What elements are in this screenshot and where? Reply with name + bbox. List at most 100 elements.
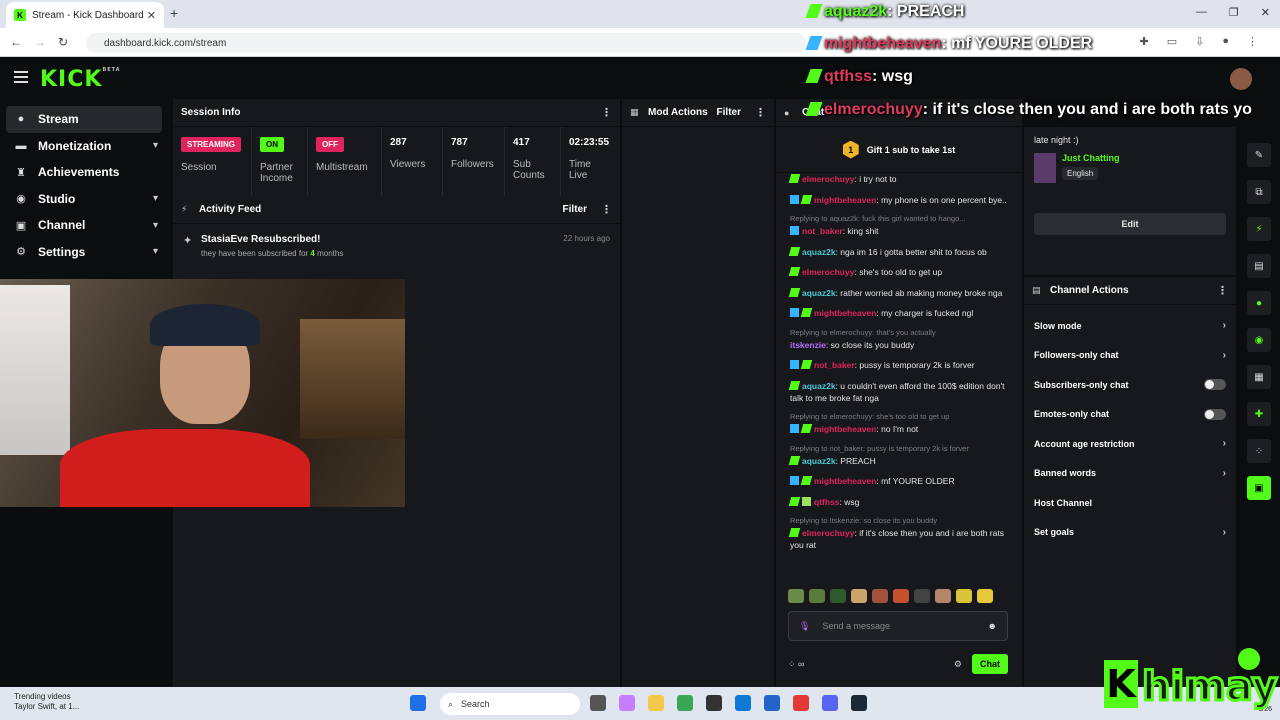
sidebar-item-achievements[interactable]: ♜ Achievements xyxy=(0,159,170,186)
chat-username[interactable]: mightbeheaven xyxy=(814,424,876,434)
downloads-icon[interactable]: ⇩ xyxy=(1195,35,1204,48)
broadcast-icon[interactable]: ◉ xyxy=(1247,328,1271,352)
news-widget[interactable]: Trending videos Taylor Swift, at 1... xyxy=(14,692,79,712)
send-chat-button[interactable]: Chat xyxy=(972,654,1008,674)
emote-icon[interactable] xyxy=(851,589,867,603)
chat-message[interactable]: elmerochuyy: i try not to xyxy=(788,173,1012,185)
forward-icon[interactable]: → xyxy=(34,35,46,49)
chat-message[interactable]: mightbeheaven: my phone is on one percen… xyxy=(790,194,1012,206)
gift-icon[interactable]: ▣ xyxy=(1247,476,1271,500)
chat-input[interactable]: 🎙 Send a message ☻ xyxy=(788,611,1008,641)
edit-button[interactable]: Edit xyxy=(1034,213,1226,235)
maximize-icon[interactable]: ❐ xyxy=(1229,6,1239,19)
sidebar-item-settings[interactable]: ⚙ Settings ▾ xyxy=(0,239,170,266)
chat-message[interactable]: aquaz2k: PREACH xyxy=(788,455,1012,467)
chat-username[interactable]: not_baker xyxy=(814,360,855,370)
sidepanel-icon[interactable]: ▭ xyxy=(1167,35,1177,48)
emote-icon[interactable] xyxy=(977,589,993,603)
emote-icon[interactable] xyxy=(914,589,930,603)
chat-username[interactable]: elmerochuyy xyxy=(802,267,854,277)
channel-action-followers-only-chat[interactable]: Followers-only chat › xyxy=(1024,341,1236,371)
wrench-icon[interactable]: ✚ xyxy=(1247,402,1271,426)
channel-action-banned-words[interactable]: Banned words › xyxy=(1024,459,1236,489)
store-icon[interactable] xyxy=(764,695,780,711)
filter-button[interactable]: Filter xyxy=(563,204,587,215)
chat-message[interactable]: qtfhss: wsg xyxy=(788,496,1012,508)
profile-icon[interactable]: ● xyxy=(1222,35,1229,48)
new-tab-button[interactable]: + xyxy=(170,5,178,21)
close-tab-icon[interactable]: ✕ xyxy=(147,9,156,22)
chat-username[interactable]: aquaz2k xyxy=(802,381,836,391)
channel-action-host-channel[interactable]: Host Channel xyxy=(1024,488,1236,518)
taskbar-search[interactable]: ⌕ Search xyxy=(440,693,580,715)
toggle-switch[interactable] xyxy=(1204,379,1226,391)
screen-icon[interactable]: ⧉ xyxy=(1247,180,1271,204)
copilot-icon[interactable] xyxy=(619,695,635,711)
dots-icon[interactable]: ⁘ xyxy=(1247,439,1271,463)
emote-icon[interactable] xyxy=(893,589,909,603)
chat-message[interactable]: aquaz2k: rather worried ab making money … xyxy=(788,287,1012,299)
chat-message[interactable]: elmerochuyy: she's too old to get up xyxy=(788,266,1012,278)
chat-message[interactable]: aquaz2k: u couldn't even afford the 100$… xyxy=(788,380,1012,404)
back-icon[interactable]: ← xyxy=(10,35,22,49)
emote-icon[interactable] xyxy=(935,589,951,603)
emote-icon[interactable] xyxy=(809,589,825,603)
sidebar-item-channel[interactable]: ▣ Channel ▾ xyxy=(0,212,170,239)
browser-tab[interactable]: K Stream - Kick Dashboard ✕ xyxy=(6,2,164,28)
chat-username[interactable]: itskenzie xyxy=(790,340,826,350)
emote-icon[interactable] xyxy=(788,589,804,603)
chat-message[interactable]: itskenzie: so close its you buddy xyxy=(790,339,1012,351)
sidebar-item-stream[interactable]: ● Stream xyxy=(6,106,162,133)
youtube-icon[interactable] xyxy=(793,695,809,711)
chat-message[interactable]: mightbeheaven: my charger is fucked ngl xyxy=(790,307,1012,319)
menu-icon[interactable]: ⋮ xyxy=(1247,35,1258,48)
minimize-icon[interactable]: — xyxy=(1196,6,1207,19)
extension-icon[interactable]: ✚ xyxy=(1140,35,1149,48)
kick-logo[interactable]: KICKBETA xyxy=(40,67,121,92)
chat-username[interactable]: aquaz2k xyxy=(802,247,836,257)
sidebar-item-monetization[interactable]: ▬ Monetization ▾ xyxy=(0,133,170,160)
chat-username[interactable]: aquaz2k xyxy=(802,456,836,466)
emoji-icon[interactable]: ☻ xyxy=(988,621,997,631)
chat-settings-icon[interactable]: ⚙ xyxy=(954,659,962,670)
chat-icon[interactable]: ● xyxy=(1247,291,1271,315)
channel-action-subscribers-only-chat[interactable]: Subscribers-only chat xyxy=(1024,370,1236,400)
toggle-switch[interactable] xyxy=(1204,408,1226,420)
chat-username[interactable]: mightbeheaven xyxy=(814,476,876,486)
channel-action-slow-mode[interactable]: Slow mode › xyxy=(1024,311,1236,341)
category-name[interactable]: Just Chatting xyxy=(1062,153,1120,163)
chat-username[interactable]: aquaz2k xyxy=(802,288,836,298)
chat-message[interactable]: mightbeheaven: no I'm not xyxy=(790,423,1012,435)
points-icon[interactable]: ⁘ ∞ xyxy=(788,659,804,670)
channel-action-emotes-only-chat[interactable]: Emotes-only chat xyxy=(1024,400,1236,430)
pinned-gift-banner[interactable]: 1 Gift 1 sub to take 1st xyxy=(776,127,1022,173)
emote-icon[interactable] xyxy=(872,589,888,603)
emote-icon[interactable] xyxy=(956,589,972,603)
filter-button[interactable]: Filter xyxy=(717,107,741,118)
more-options-icon[interactable]: ⋮ xyxy=(601,106,612,119)
chat-username[interactable]: not_baker xyxy=(802,226,843,236)
microphone-icon[interactable]: 🎙 xyxy=(799,621,810,632)
chat-username[interactable]: mightbeheaven xyxy=(814,195,876,205)
chat-username[interactable]: qtfhss xyxy=(814,497,840,507)
discord-icon[interactable] xyxy=(822,695,838,711)
close-window-icon[interactable]: ✕ xyxy=(1261,6,1270,19)
url-input[interactable]: dashboard.kick.com/stream xyxy=(86,33,806,53)
chat-message[interactable]: mightbeheaven: mf YOURE OLDER xyxy=(790,475,1012,487)
chat-message[interactable]: not_baker: pussy is temporary 2k is forv… xyxy=(790,359,1012,371)
chrome-icon[interactable] xyxy=(677,695,693,711)
file-explorer-icon[interactable] xyxy=(648,695,664,711)
more-options-icon[interactable]: ⋮ xyxy=(601,203,612,216)
edge-icon[interactable] xyxy=(735,695,751,711)
calendar-icon[interactable]: ▦ xyxy=(1247,365,1271,389)
chat-username[interactable]: elmerochuyy xyxy=(802,174,854,184)
edit-pencil-icon[interactable]: ✎ xyxy=(1247,143,1271,167)
sidebar-item-studio[interactable]: ◉ Studio ▾ xyxy=(0,186,170,213)
steam-icon[interactable] xyxy=(851,695,867,711)
chat-message[interactable]: elmerochuyy: if it's close then you and … xyxy=(788,527,1012,551)
bolt-icon[interactable]: ⚡ xyxy=(1247,217,1271,241)
more-options-icon[interactable]: ⋮ xyxy=(1217,284,1228,297)
emote-icon[interactable] xyxy=(830,589,846,603)
avatar[interactable] xyxy=(1230,68,1252,90)
chat-message[interactable]: aquaz2k: nga im 16 i gotta better shit t… xyxy=(788,246,1012,258)
